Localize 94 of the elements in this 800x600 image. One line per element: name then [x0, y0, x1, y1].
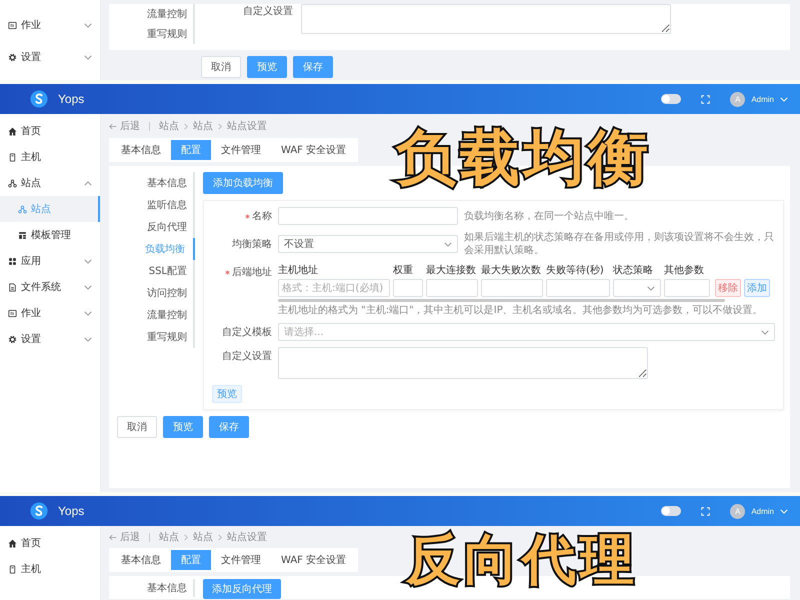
config-menu-item[interactable]: 基本信息 — [115, 579, 195, 597]
chevron-down-icon[interactable] — [780, 96, 788, 102]
tab[interactable]: 文件管理 — [211, 550, 271, 570]
overlay-caption: 反向代理 — [404, 528, 639, 593]
document-icon — [8, 282, 17, 292]
config-menu-item[interactable]: 基本信息 — [115, 172, 195, 194]
horizontal-scrollbar[interactable] — [278, 299, 726, 302]
column-header: 状态策略 — [613, 264, 654, 277]
help-text: 主机地址的格式为 "主机:端口"，其中主机可以是IP、主机名或域名。其他参数均为可选参数，可以不做设置。 — [278, 304, 764, 317]
column-header: 最大失败次数 — [481, 264, 542, 277]
column-header: 权重 — [393, 264, 414, 277]
config-menu-item[interactable]: 流量控制 — [115, 4, 195, 24]
app-name: Yops — [58, 504, 84, 518]
table-input[interactable] — [664, 279, 710, 297]
theme-switch[interactable] — [661, 94, 682, 104]
tab[interactable]: WAF 安全设置 — [271, 140, 356, 160]
host-input[interactable]: 格式：主机:端口(必填) — [278, 279, 390, 297]
config-menu-item[interactable]: 重写规则 — [115, 326, 195, 348]
chevron-down-icon — [444, 242, 452, 246]
column-header: 其他参数 — [664, 264, 705, 277]
chevron-right-icon — [184, 534, 188, 540]
tab[interactable]: WAF 安全设置 — [271, 550, 356, 570]
table-input[interactable] — [426, 279, 478, 297]
help-text: 如果后端主机的状态策略存在备用或停用，则该项设置将不会生效，只会采用默认策略。 — [464, 231, 775, 257]
logo-icon — [30, 502, 48, 520]
sidebar-item[interactable]: 主机 — [0, 556, 100, 582]
tab[interactable]: 文件管理 — [211, 140, 271, 160]
table-input[interactable] — [481, 279, 543, 297]
breadcrumb-item: 站点设置 — [227, 120, 267, 133]
terminal-icon — [8, 20, 17, 30]
name-input[interactable] — [278, 207, 458, 225]
sitemap-icon — [8, 178, 17, 188]
arrow-left-icon — [109, 122, 117, 130]
sidebar-item[interactable]: 设置 — [0, 326, 100, 352]
config-menu-item[interactable]: 监听信息 — [115, 194, 195, 216]
chevron-right-icon — [184, 122, 188, 130]
field-label: 均衡策略 — [232, 238, 272, 251]
settings-icon — [8, 334, 17, 344]
sidebar-item[interactable]: 作业 — [0, 300, 100, 326]
sitemap-icon — [18, 204, 27, 214]
chevron-down-icon — [761, 330, 769, 334]
fullscreen-icon[interactable] — [701, 94, 710, 104]
sidebar-item[interactable]: 作业 — [0, 12, 100, 38]
sidebar-item[interactable]: 首页 — [0, 118, 100, 144]
config-menu-item[interactable]: 反向代理 — [115, 216, 195, 238]
strategy-select[interactable]: 不设置 — [278, 235, 458, 253]
table-input[interactable] — [546, 279, 610, 297]
overlay-caption: 负载均衡 — [394, 122, 653, 194]
server-icon — [8, 564, 17, 574]
grid-icon — [8, 256, 17, 266]
home-icon — [8, 126, 17, 136]
sidebar-subitem[interactable]: 模板管理 — [0, 222, 100, 248]
config-menu-item[interactable]: SSL配置 — [115, 260, 195, 282]
field-label: 后端地址 — [232, 266, 272, 279]
chevron-right-icon — [218, 534, 222, 540]
column-header: 失败等待(秒) — [546, 264, 605, 277]
sidebar-item[interactable]: 设置 — [0, 44, 100, 70]
terminal-icon — [8, 308, 17, 318]
help-text: 负载均衡名称，在同一个站点中唯一。 — [464, 210, 635, 222]
settings-icon — [8, 52, 17, 62]
sidebar-item[interactable]: 主机 — [0, 144, 100, 170]
config-menu-item[interactable]: 访问控制 — [115, 282, 195, 304]
server-icon — [8, 152, 17, 162]
field-label: 自定义设置 — [222, 350, 272, 363]
field-label: 名称 — [252, 210, 272, 223]
tab[interactable]: 基本信息 — [111, 550, 171, 570]
chevron-down-icon[interactable] — [780, 508, 788, 514]
tab[interactable]: 基本信息 — [111, 140, 171, 160]
config-menu-item[interactable]: 流量控制 — [115, 304, 195, 326]
field-label: 自定义设置 — [243, 4, 293, 19]
custom-settings-textarea[interactable] — [301, 4, 671, 34]
cancel-button[interactable]: 取消 — [117, 416, 157, 438]
chevron-down-icon — [647, 286, 655, 290]
sidebar-item[interactable]: 应用 — [0, 248, 100, 274]
sidebar-item[interactable]: 站点 — [0, 170, 100, 196]
custom-settings-textarea[interactable] — [278, 347, 648, 379]
breadcrumb-item: 站点设置 — [227, 530, 267, 544]
column-header: 最大连接数 — [426, 264, 477, 277]
arrow-left-icon — [109, 534, 117, 540]
logo-icon — [30, 90, 48, 108]
field-label: 自定义模板 — [222, 326, 272, 339]
fullscreen-icon[interactable] — [701, 506, 710, 516]
sidebar-item[interactable]: 首页 — [0, 530, 100, 556]
config-menu-item[interactable]: 重写规则 — [115, 24, 195, 44]
home-icon — [8, 538, 17, 548]
theme-switch[interactable] — [661, 506, 682, 516]
app-name: Yops — [58, 92, 84, 106]
chevron-right-icon — [218, 122, 222, 130]
column-header: 主机地址 — [278, 264, 319, 277]
status-select[interactable] — [613, 279, 661, 297]
table-input[interactable] — [393, 279, 423, 297]
template-icon — [18, 230, 27, 240]
cancel-button[interactable]: 取消 — [201, 56, 241, 78]
sidebar-item[interactable]: 文件系统 — [0, 274, 100, 300]
